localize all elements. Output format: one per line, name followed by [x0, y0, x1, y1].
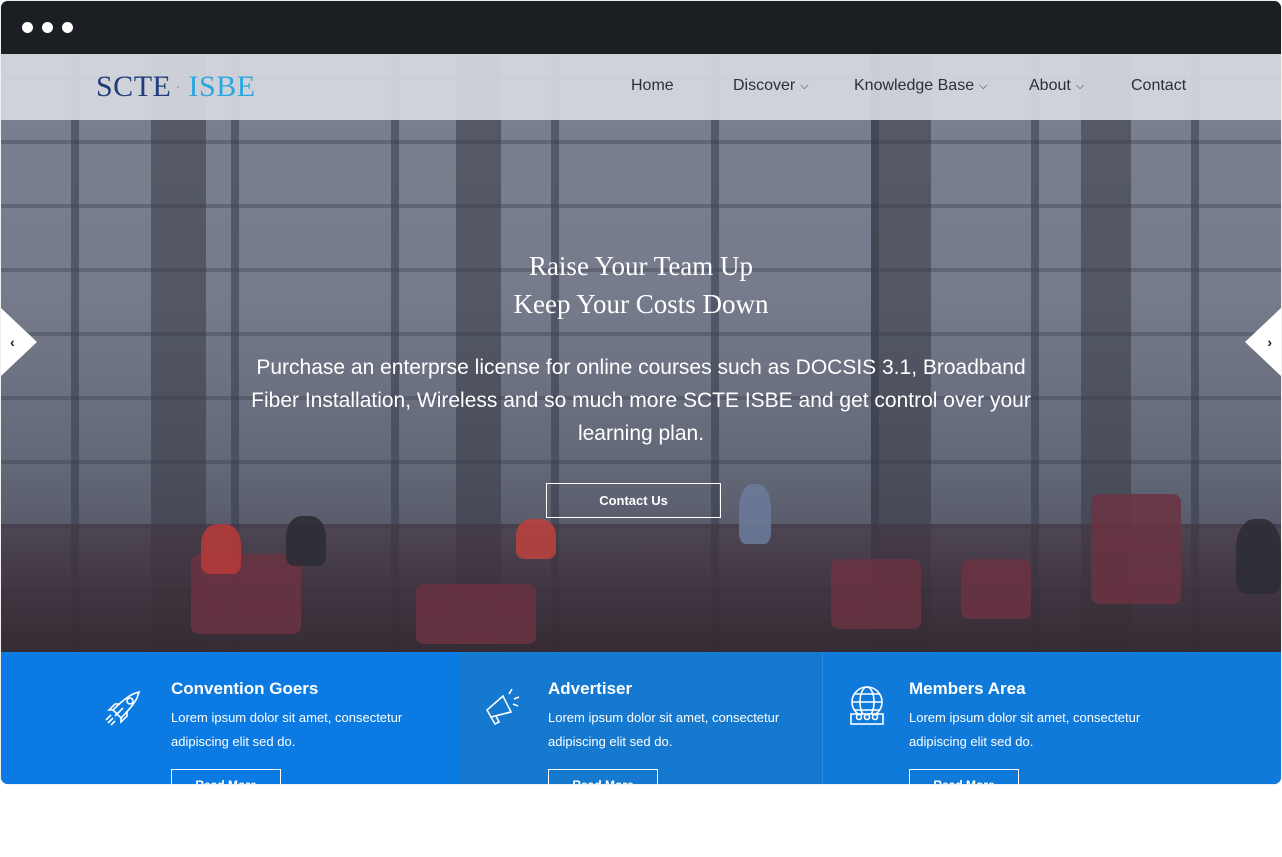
- feature-title: Members Area: [909, 679, 1026, 698]
- read-more-button[interactable]: Read More: [909, 769, 1019, 784]
- page-viewport: Raise Your Team Up Keep Your Costs Down …: [1, 54, 1281, 784]
- logo-isbe: ISBE: [188, 70, 256, 103]
- hero-bg-person: [286, 516, 326, 566]
- logo-separator: ·: [175, 81, 181, 97]
- chevron-left-icon: ‹: [10, 334, 15, 350]
- window-titlebar: [1, 1, 1281, 54]
- hero-title-line2: Keep Your Costs Down: [513, 289, 769, 319]
- nav-discover[interactable]: Discover ⌵: [733, 77, 809, 95]
- hero-bg-chair: [831, 559, 921, 629]
- hero-subtitle: Purchase an enterprse license for online…: [251, 356, 1031, 445]
- hero-bg-person: [1236, 519, 1281, 594]
- globe-people-icon: [850, 686, 884, 725]
- site-navbar: SCTE · ISBE Home Discover ⌵ Knowledge Base ⌵…: [1, 54, 1281, 120]
- contact-us-button[interactable]: Contact Us: [546, 483, 721, 518]
- feature-description: Lorem ipsum dolor sit amet, consectetur …: [909, 710, 1141, 749]
- chevron-right-icon: ›: [1267, 334, 1272, 350]
- rocket-icon: [105, 690, 141, 726]
- nav-knowledge-base-label: Knowledge Base: [854, 77, 975, 94]
- window-dot-maximize[interactable]: [62, 22, 73, 33]
- window-dot-minimize[interactable]: [42, 22, 53, 33]
- feature-card-convention-goers: Convention Goers Lorem ipsum dolor sit a…: [1, 652, 459, 784]
- nav-contact-label: Contact: [1131, 77, 1187, 94]
- chevron-down-icon: ⌵: [800, 80, 809, 92]
- logo-scte: SCTE: [96, 70, 172, 103]
- site-logo[interactable]: SCTE · ISBE: [96, 70, 256, 104]
- features-strip: Convention Goers Lorem ipsum dolor sit a…: [1, 652, 1281, 784]
- chevron-down-icon: ⌵: [979, 80, 988, 92]
- nav-knowledge-base[interactable]: Knowledge Base ⌵: [854, 77, 987, 95]
- feature-card-members-area: Members Area Lorem ipsum dolor sit amet,…: [822, 652, 1281, 784]
- hero-bg-chair: [961, 559, 1031, 619]
- hero-section: Raise Your Team Up Keep Your Costs Down …: [1, 54, 1281, 652]
- hero-bg-person: [739, 484, 771, 544]
- hero-bg-chair: [416, 584, 536, 644]
- window-dot-close[interactable]: [22, 22, 33, 33]
- nav-about[interactable]: About ⌵: [1029, 77, 1084, 95]
- nav-about-label: About: [1029, 77, 1071, 94]
- hero-bg-person: [516, 519, 556, 559]
- slider-next-button[interactable]: ›: [1245, 308, 1281, 376]
- hero-bg-person: [201, 524, 241, 574]
- read-more-button[interactable]: Read More: [171, 769, 281, 784]
- hero-title: Raise Your Team Up Keep Your Costs Down: [341, 247, 941, 323]
- feature-description: Lorem ipsum dolor sit amet, consectetur …: [171, 710, 403, 749]
- nav-contact[interactable]: Contact: [1131, 77, 1186, 95]
- browser-window: Raise Your Team Up Keep Your Costs Down …: [1, 1, 1281, 784]
- feature-description: Lorem ipsum dolor sit amet, consectetur …: [548, 710, 780, 749]
- chevron-down-icon: ⌵: [1075, 80, 1085, 92]
- nav-home[interactable]: Home: [631, 77, 674, 95]
- nav-home-label: Home: [631, 77, 674, 94]
- hero-bg-chair: [1091, 494, 1181, 604]
- slider-prev-button[interactable]: ‹: [1, 308, 37, 376]
- hero-title-line1: Raise Your Team Up: [528, 251, 754, 281]
- read-more-button[interactable]: Read More: [548, 769, 658, 784]
- feature-title: Advertiser: [548, 679, 633, 698]
- feature-title: Convention Goers: [171, 679, 319, 698]
- nav-discover-label: Discover: [733, 77, 796, 94]
- megaphone-icon: [485, 688, 520, 726]
- feature-card-advertiser: Advertiser Lorem ipsum dolor sit amet, c…: [459, 652, 822, 784]
